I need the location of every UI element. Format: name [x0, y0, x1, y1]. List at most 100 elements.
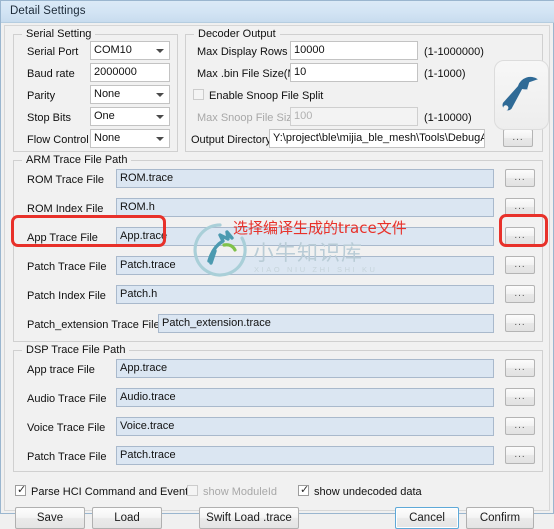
input-arm-rom-index-file-value: ROM.h	[120, 201, 155, 213]
group-title-arm-trace: ARM Trace File Path	[22, 154, 132, 166]
label-flow-control: Flow Control	[27, 134, 89, 146]
input-max-display-rows[interactable]: 10000	[290, 41, 418, 60]
input-arm-patch-extension-trace-file-value: Patch_extension.trace	[162, 317, 271, 329]
browse-dsp-app-trace-file-button[interactable]: ...	[505, 359, 535, 377]
browse-arm-patch-index-file-button[interactable]: ...	[505, 285, 535, 303]
load-button[interactable]: Load	[92, 507, 162, 529]
group-title-dsp-trace: DSP Trace File Path	[22, 344, 130, 356]
label-arm-rom-trace-file: ROM Trace File	[27, 174, 105, 186]
dialog-body: Serial Setting Serial Port COM10 Baud ra…	[4, 25, 550, 529]
input-dsp-patch-trace-file-value: Patch.trace	[120, 449, 176, 461]
chevron-down-icon	[156, 137, 164, 141]
browse-arm-rom-index-file-button[interactable]: ...	[505, 198, 535, 216]
hint-max-bin-file-size: (1-1000)	[424, 68, 466, 80]
label-arm-patch-extension-trace-file: Patch_extension Trace File	[27, 319, 160, 331]
label-arm-rom-index-file: ROM Index File	[27, 203, 104, 215]
input-max-display-rows-value: 10000	[294, 44, 325, 56]
input-max-bin-file-size-value: 10	[294, 66, 307, 78]
window-title: Detail Settings	[10, 5, 86, 17]
wrench-icon	[502, 76, 542, 111]
confirm-button[interactable]: Confirm	[466, 507, 534, 529]
browse-arm-patch-trace-file-button[interactable]: ...	[505, 256, 535, 274]
label-parity: Parity	[27, 90, 56, 102]
input-max-snoop-file-size-value: 100	[294, 110, 313, 122]
title-bar: Detail Settings	[1, 1, 554, 23]
label-show-undecoded-data: show undecoded data	[314, 486, 422, 498]
input-output-directory[interactable]: Y:\project\ble\mijia_ble_mesh\Tools\Debu…	[269, 129, 485, 148]
checkbox-show-module-id[interactable]	[187, 485, 198, 496]
label-arm-app-trace-file: App Trace File	[27, 232, 98, 244]
browse-output-directory-button[interactable]: ...	[503, 129, 533, 147]
label-baud-rate: Baud rate	[27, 68, 75, 80]
input-arm-rom-index-file[interactable]: ROM.h	[116, 198, 494, 217]
input-baud-rate[interactable]: 2000000	[90, 63, 170, 82]
input-dsp-patch-trace-file[interactable]: Patch.trace	[116, 446, 494, 465]
input-dsp-audio-trace-file-value: Audio.trace	[120, 391, 176, 403]
label-enable-snoop-split: Enable Snoop File Split	[209, 90, 324, 102]
label-stop-bits: Stop Bits	[27, 112, 72, 124]
input-arm-patch-index-file[interactable]: Patch.h	[116, 285, 494, 304]
hint-max-snoop-file-size: (1-10000)	[424, 112, 472, 124]
detail-settings-dialog: Detail Settings Serial Setting Serial Po…	[0, 0, 554, 529]
chevron-down-icon	[156, 49, 164, 53]
combo-flow-control[interactable]: None	[90, 129, 170, 148]
combo-serial-port[interactable]: COM10	[90, 41, 170, 60]
input-output-directory-value: Y:\project\ble\mijia_ble_mesh\Tools\Debu…	[273, 132, 484, 144]
group-title-serial-setting: Serial Setting	[22, 28, 96, 40]
label-dsp-app-trace-file: App trace File	[27, 364, 95, 376]
input-arm-rom-trace-file-value: ROM.trace	[120, 172, 174, 184]
input-arm-app-trace-file-value: App.trace	[120, 230, 168, 242]
input-dsp-voice-trace-file-value: Voice.trace	[120, 420, 175, 432]
chevron-down-icon	[156, 115, 164, 119]
label-dsp-patch-trace-file: Patch Trace File	[27, 451, 107, 463]
combo-serial-port-value: COM10	[94, 44, 132, 56]
browse-arm-rom-trace-file-button[interactable]: ...	[505, 169, 535, 187]
cancel-button[interactable]: Cancel	[395, 507, 459, 529]
input-dsp-app-trace-file-value: App.trace	[120, 362, 168, 374]
input-max-snoop-file-size[interactable]: 100	[290, 107, 418, 126]
browse-arm-app-trace-file-button[interactable]: ...	[505, 227, 535, 245]
checkbox-parse-hci[interactable]: ✓	[15, 484, 27, 496]
input-dsp-app-trace-file[interactable]: App.trace	[116, 359, 494, 378]
hint-max-display-rows: (1-1000000)	[424, 46, 484, 58]
browse-arm-patch-extension-trace-file-button[interactable]: ...	[505, 314, 535, 332]
combo-stop-bits-value: One	[94, 110, 115, 122]
save-button[interactable]: Save	[15, 507, 85, 529]
checkbox-show-undecoded-data[interactable]: ✓	[298, 484, 310, 496]
combo-stop-bits[interactable]: One	[90, 107, 170, 126]
label-dsp-voice-trace-file: Voice Trace File	[27, 422, 106, 434]
input-arm-patch-trace-file-value: Patch.trace	[120, 259, 176, 271]
check-mark-icon: ✓	[17, 484, 27, 496]
combo-flow-control-value: None	[94, 132, 121, 144]
label-arm-patch-trace-file: Patch Trace File	[27, 261, 107, 273]
label-max-snoop-file-size: Max Snoop File Size	[197, 112, 298, 124]
input-arm-patch-extension-trace-file[interactable]: Patch_extension.trace	[158, 314, 494, 333]
swift-load-trace-button[interactable]: Swift Load .trace	[199, 507, 299, 529]
input-arm-patch-index-file-value: Patch.h	[120, 288, 158, 300]
browse-dsp-voice-trace-file-button[interactable]: ...	[505, 417, 535, 435]
label-arm-patch-index-file: Patch Index File	[27, 290, 106, 302]
input-max-bin-file-size[interactable]: 10	[290, 63, 418, 82]
label-parse-hci: Parse HCI Command and Event	[31, 486, 189, 498]
input-dsp-voice-trace-file[interactable]: Voice.trace	[116, 417, 494, 436]
browse-dsp-audio-trace-file-button[interactable]: ...	[505, 388, 535, 406]
input-arm-patch-trace-file[interactable]: Patch.trace	[116, 256, 494, 275]
group-title-decoder-output: Decoder Output	[194, 28, 280, 40]
chevron-down-icon	[156, 93, 164, 97]
combo-parity[interactable]: None	[90, 85, 170, 104]
input-dsp-audio-trace-file[interactable]: Audio.trace	[116, 388, 494, 407]
checkbox-enable-snoop-split[interactable]	[193, 89, 204, 100]
label-show-module-id: show ModuleId	[203, 486, 277, 498]
label-dsp-audio-trace-file: Audio Trace File	[27, 393, 107, 405]
label-max-display-rows: Max Display Rows	[197, 46, 288, 58]
browse-dsp-patch-trace-file-button[interactable]: ...	[505, 446, 535, 464]
combo-parity-value: None	[94, 88, 121, 100]
input-baud-rate-value: 2000000	[94, 66, 137, 78]
wrench-icon-panel	[494, 60, 549, 130]
label-max-bin-file-size: Max .bin File Size(M)	[197, 68, 301, 80]
input-arm-rom-trace-file[interactable]: ROM.trace	[116, 169, 494, 188]
label-serial-port: Serial Port	[27, 46, 79, 58]
label-output-directory: Output Directory	[191, 134, 272, 146]
annotation-text: 选择编译生成的trace文件	[233, 219, 407, 237]
check-mark-icon: ✓	[300, 484, 310, 496]
